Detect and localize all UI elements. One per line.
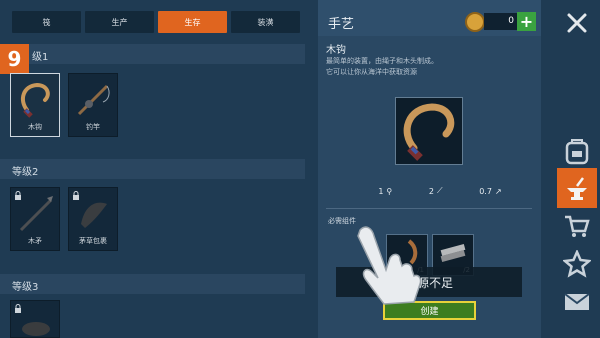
sidebar-inventory-button[interactable] (557, 130, 597, 170)
recipe-name: 茅草包裹 (79, 237, 107, 245)
recipe-fishing-rod[interactable]: 钓竿 (68, 73, 118, 137)
tab-production[interactable]: 生产 (85, 11, 154, 33)
stat-2: 2 ⟋ (429, 186, 443, 196)
planks-icon (440, 243, 466, 263)
tutorial-hand-icon (357, 226, 422, 305)
step-badge: 9 (0, 44, 29, 74)
tab-decoration[interactable]: 装潢 (231, 11, 300, 33)
item-name: 木钩 (326, 45, 346, 56)
spear-icon (19, 196, 53, 232)
add-coins-button[interactable]: + (517, 12, 536, 31)
level-2-header (0, 159, 305, 179)
tab-survival[interactable]: 生存 (158, 11, 227, 33)
recipe-name: 木钩 (28, 123, 42, 131)
stat-3: 0.7 ↗ (479, 186, 501, 196)
stat-3-value: 0.7 (479, 186, 492, 196)
wooden-hook-icon (403, 103, 455, 161)
recipe-wooden-spear[interactable]: 木矛 (10, 187, 60, 251)
anvil-icon (567, 177, 587, 200)
coin-icon (465, 12, 485, 32)
level-3-header (0, 274, 305, 294)
recipe-wooden-hook[interactable]: 木钩 (10, 73, 60, 137)
item-preview (395, 97, 463, 165)
backpack-icon (565, 139, 589, 165)
description-line-2: 它可以让你从海洋中获取资源 (326, 68, 417, 76)
craft-screen: { "tabs": [ {"label": "筏", "active": fal… (0, 0, 600, 338)
stat-2-value: 2 (428, 186, 434, 196)
speed-stat-icon: ↗ (494, 186, 502, 196)
sidebar-crafting-button[interactable] (557, 168, 597, 208)
panel-divider (326, 208, 532, 209)
knife-stat-icon: ⟋ (436, 186, 443, 195)
category-tabs: 筏 生产 生存 装潢 (12, 11, 302, 33)
recipe-name: 钓竿 (86, 123, 100, 131)
net-icon (22, 322, 50, 336)
sidebar-achievements-button[interactable] (557, 244, 597, 284)
cart-icon (565, 215, 590, 237)
item-stats: 1 ⚲ 2 ⟋ 0.7 ↗ (360, 186, 520, 196)
close-icon[interactable] (566, 12, 588, 34)
wooden-hook-icon (20, 82, 50, 118)
fishing-rod-icon (77, 84, 110, 116)
sidebar-mail-button[interactable] (557, 282, 597, 322)
tab-raft[interactable]: 筏 (12, 11, 81, 33)
recipe-locked-level3[interactable] (10, 300, 60, 338)
mail-icon (564, 293, 590, 310)
recipe-name: 木矛 (28, 237, 42, 245)
thatch-icon (81, 202, 107, 228)
stat-1-value: 1 (378, 186, 384, 196)
item-description: 最简单的装置，由绳子和木头制成。 它可以让你从海洋中获取资源 (326, 56, 536, 78)
sidebar-shop-button[interactable] (557, 206, 597, 246)
level-3-label: 等级3 (12, 282, 39, 293)
star-icon (563, 250, 591, 278)
description-line-1: 最简单的装置，由绳子和木头制成。 (326, 57, 438, 65)
hook-stat-icon: ⚲ (386, 186, 393, 196)
level-1-label: 级1 (32, 52, 49, 63)
panel-title: 手艺 (328, 17, 355, 32)
recipe-thatch-bundle[interactable]: 茅草包裹 (68, 187, 118, 251)
stat-1: 1 ⚲ (378, 186, 392, 196)
coin-count: 0 (484, 13, 517, 30)
level-2-label: 等级2 (12, 167, 39, 178)
